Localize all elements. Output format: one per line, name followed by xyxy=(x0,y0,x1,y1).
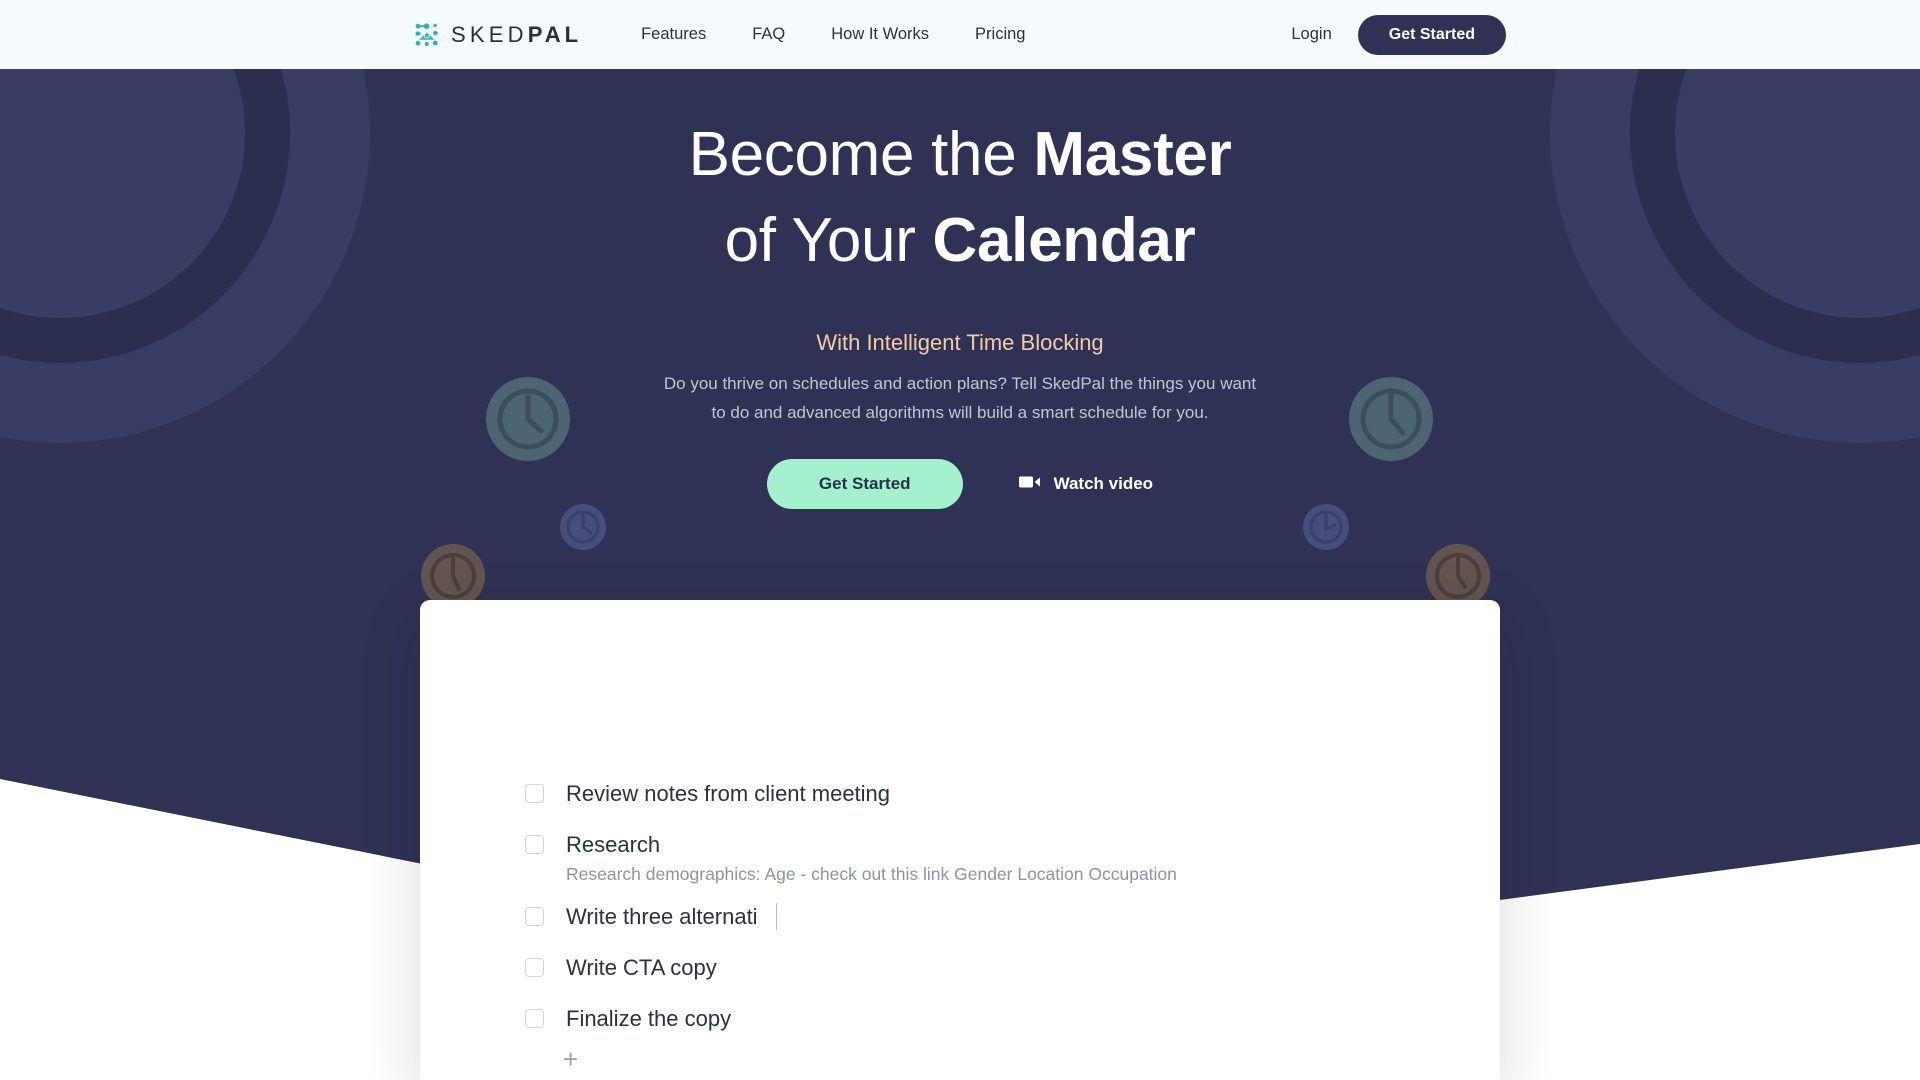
hero-cta-group: Get Started Watch video xyxy=(0,459,1920,509)
task-row[interactable]: Write three alternati xyxy=(525,891,1425,942)
task-title: Research xyxy=(566,831,661,857)
hero-heading-line2-bold: Calendar xyxy=(932,206,1196,275)
nav-link-features[interactable]: Features xyxy=(618,25,729,44)
task-checkbox[interactable] xyxy=(525,1009,544,1028)
plus-icon[interactable]: + xyxy=(563,1046,578,1072)
text-cursor-caret xyxy=(775,903,778,930)
primary-nav-links: Features FAQ How It Works Pricing xyxy=(618,25,1048,44)
hero-heading-line2-light: of Your xyxy=(724,206,933,275)
task-row[interactable]: Finalize the copy xyxy=(525,993,1425,1044)
top-navigation-bar: SKED PAL Features FAQ How It Works Pricin… xyxy=(0,0,1920,69)
hero-heading-line1: Become the Master xyxy=(689,120,1232,189)
brand-name-sked: SKED xyxy=(451,21,528,47)
app-preview-card: Review notes from client meeting Researc… xyxy=(420,600,1500,1080)
decorative-clock-icon-2 xyxy=(559,503,607,551)
hero-eyebrow-text: With Intelligent Time Blocking xyxy=(816,330,1104,355)
nav-link-pricing[interactable]: Pricing xyxy=(952,25,1048,44)
hero-heading: Become the Master of Your Calendar xyxy=(0,112,1920,284)
nav-link-faq[interactable]: FAQ xyxy=(729,25,808,44)
task-checkbox[interactable] xyxy=(525,907,544,926)
task-title: Write CTA copy xyxy=(566,954,717,980)
task-title: Finalize the copy xyxy=(566,1005,732,1031)
nav-link-how-it-works[interactable]: How It Works xyxy=(808,25,952,44)
task-title: Review notes from client meeting xyxy=(566,780,891,806)
watch-video-button[interactable]: Watch video xyxy=(1018,474,1154,495)
task-note: Research demographics: Age - check out t… xyxy=(566,864,1177,884)
login-link[interactable]: Login xyxy=(1265,25,1357,44)
hero-get-started-button[interactable]: Get Started xyxy=(766,459,963,509)
watch-video-label: Watch video xyxy=(1053,474,1154,493)
task-row[interactable]: Research xyxy=(525,819,1425,870)
hero-heading-line2: of Your Calendar xyxy=(725,206,1196,275)
task-list: Review notes from client meeting Researc… xyxy=(525,768,1425,1073)
task-row[interactable]: Write CTA copy xyxy=(525,942,1425,993)
skedpal-dots-logo-icon xyxy=(414,22,440,48)
hero-content: Become the Master of Your Calendar With … xyxy=(0,69,1920,509)
add-task-row[interactable]: + xyxy=(525,1046,1425,1073)
nav-inner: SKED PAL Features FAQ How It Works Pricin… xyxy=(0,0,1920,69)
brand-name-pal: PAL xyxy=(527,21,583,47)
brand-name: SKED PAL xyxy=(451,22,582,48)
brand-logo[interactable]: SKED PAL xyxy=(414,22,582,48)
task-checkbox[interactable] xyxy=(525,958,544,977)
task-checkbox[interactable] xyxy=(525,784,544,803)
hero-heading-line1-bold: Master xyxy=(1033,120,1232,189)
task-row[interactable]: Review notes from client meeting xyxy=(525,768,1425,819)
task-title: Write three alternati xyxy=(566,903,758,929)
hero-subtext: Do you thrive on schedules and action pl… xyxy=(663,374,1257,422)
decorative-clock-icon-5 xyxy=(1302,503,1350,551)
task-checkbox[interactable] xyxy=(525,835,544,854)
nav-get-started-button[interactable]: Get Started xyxy=(1357,14,1506,55)
video-camera-icon xyxy=(1018,474,1041,495)
nav-right-actions: Login Get Started xyxy=(1265,14,1506,55)
hero-heading-line1-light: Become the xyxy=(688,120,1034,189)
